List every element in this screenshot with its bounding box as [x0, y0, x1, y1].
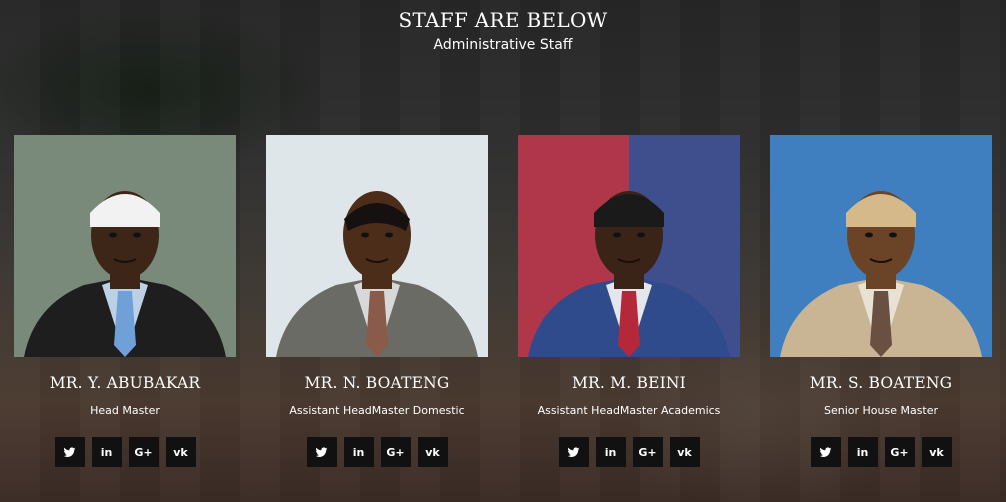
- staff-photo: [770, 135, 992, 357]
- staff-photo-frame: [518, 135, 740, 357]
- social-links: in G+ vk: [770, 437, 992, 467]
- section-title: STAFF ARE BELOW: [398, 8, 608, 32]
- vk-icon[interactable]: vk: [417, 437, 448, 467]
- section-subtitle: Administrative Staff: [433, 37, 573, 53]
- staff-name: MR. Y. ABUBAKAR: [49, 374, 201, 392]
- staff-role: Assistant HeadMaster Domestic: [289, 404, 465, 417]
- google-plus-icon[interactable]: G+: [632, 437, 663, 467]
- staff-photo: [266, 135, 488, 357]
- social-links: in G+ vk: [518, 437, 740, 467]
- staff-photo: [518, 135, 740, 357]
- staff-card: MR. Y. ABUBAKAR Head Master in G+ vk: [14, 135, 236, 467]
- linkedin-icon[interactable]: in: [343, 437, 374, 467]
- linkedin-icon[interactable]: in: [91, 437, 122, 467]
- twitter-icon[interactable]: [54, 437, 85, 467]
- staff-photo: [14, 135, 236, 357]
- staff-name: MR. S. BOATENG: [809, 374, 953, 392]
- twitter-icon[interactable]: [810, 437, 841, 467]
- google-plus-icon[interactable]: G+: [128, 437, 159, 467]
- staff-role: Head Master: [90, 404, 160, 417]
- staff-photo-frame: [14, 135, 236, 357]
- twitter-icon[interactable]: [306, 437, 337, 467]
- staff-name: MR. N. BOATENG: [304, 374, 450, 392]
- staff-role: Senior House Master: [823, 404, 939, 417]
- staff-photo-frame: [770, 135, 992, 357]
- section-header: STAFF ARE BELOW Administrative Staff: [0, 6, 1006, 54]
- staff-role: Assistant HeadMaster Academics: [537, 404, 721, 417]
- staff-photo-frame: [266, 135, 488, 357]
- staff-name: MR. M. BEINI: [571, 374, 687, 392]
- social-links: in G+ vk: [266, 437, 488, 467]
- staff-card: MR. S. BOATENG Senior House Master in G+ v…: [770, 135, 992, 467]
- social-links: in G+ vk: [14, 437, 236, 467]
- staff-card: MR. N. BOATENG Assistant HeadMaster Dome…: [266, 135, 488, 467]
- google-plus-icon[interactable]: G+: [380, 437, 411, 467]
- twitter-icon[interactable]: [558, 437, 589, 467]
- vk-icon[interactable]: vk: [921, 437, 952, 467]
- google-plus-icon[interactable]: G+: [884, 437, 915, 467]
- staff-card: MR. M. BEINI Assistant HeadMaster Academ…: [518, 135, 740, 467]
- linkedin-icon[interactable]: in: [847, 437, 878, 467]
- linkedin-icon[interactable]: in: [595, 437, 626, 467]
- vk-icon[interactable]: vk: [669, 437, 700, 467]
- vk-icon[interactable]: vk: [165, 437, 196, 467]
